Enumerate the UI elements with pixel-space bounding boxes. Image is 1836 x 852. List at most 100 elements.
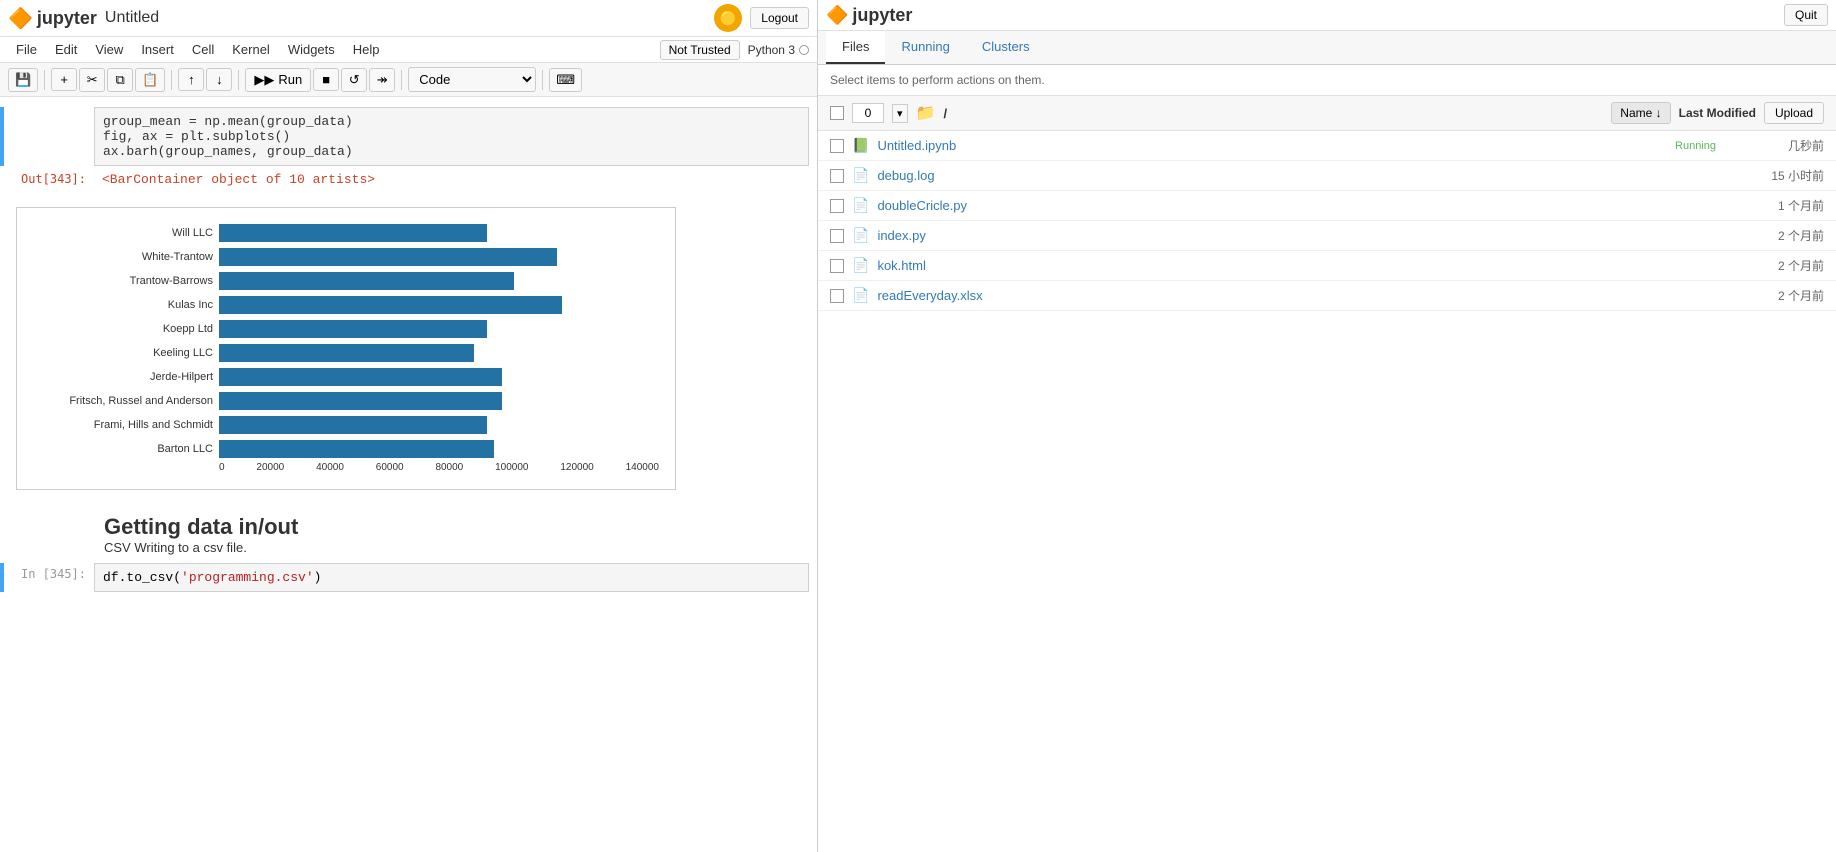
x-label-100000: 100000 [495,462,528,473]
name-sort-button[interactable]: Name ↓ [1611,102,1670,124]
file-path: / [943,106,947,121]
bar-label: Jerde-Hilpert [33,371,213,383]
file-checkbox[interactable] [830,259,844,273]
bar-fill [219,416,487,434]
file-name[interactable]: Untitled.ipynb [877,138,1667,153]
file-checkbox[interactable] [830,169,844,183]
select-all-checkbox[interactable] [830,106,844,120]
menu-view[interactable]: View [87,39,131,60]
bar-fill [219,248,557,266]
file-modified: 2 个月前 [1724,227,1824,244]
right-logo-icon: 🔶 [826,5,848,26]
menu-edit[interactable]: Edit [47,39,85,60]
count-arrow-button[interactable]: ▾ [892,104,908,123]
move-up-button[interactable]: ↑ [178,68,204,91]
restart-run-button[interactable]: ↠ [369,68,395,92]
bar-row: Kulas Inc [33,296,659,314]
bar-row: Will LLC [33,224,659,242]
menu-help[interactable]: Help [345,39,388,60]
file-name[interactable]: readEveryday.xlsx [877,288,1716,303]
bar-fill [219,368,502,386]
section-subtitle: CSV Writing to a csv file. [104,540,727,555]
tab-clusters[interactable]: Clusters [966,31,1046,64]
file-name[interactable]: debug.log [877,168,1716,183]
cell-type-select[interactable]: Code Markdown Raw NBConvert [408,67,536,92]
cut-button[interactable]: ✂ [79,68,105,92]
stop-button[interactable]: ■ [313,68,339,91]
file-tabs: Files Running Clusters [818,31,1836,65]
menu-bar: File Edit View Insert Cell Kernel Widget… [0,37,817,63]
bar-track [219,344,659,362]
code-line-2: fig, ax = plt.subplots() [103,129,800,144]
bar-label: Will LLC [33,227,213,239]
x-label-120000: 120000 [560,462,593,473]
file-row[interactable]: 📄 readEveryday.xlsx 2 个月前 [818,281,1836,311]
bar-row: White-Trantow [33,248,659,266]
folder-icon: 📁 [916,103,936,123]
copy-button[interactable]: ⧉ [107,68,133,92]
restart-button[interactable]: ↺ [341,68,367,92]
running-badge: Running [1675,140,1716,152]
file-row[interactable]: 📄kok.html2 个月前 [818,251,1836,281]
bar-track [219,248,659,266]
bar-label: Kulas Inc [33,299,213,311]
input-cell-content-345[interactable]: df.to_csv('programming.csv') [94,563,809,592]
quit-button[interactable]: Quit [1784,4,1828,26]
file-type-icon: 📄 [852,287,869,304]
bar-row: Jerde-Hilpert [33,368,659,386]
bar-label: Koepp Ltd [33,323,213,335]
menu-widgets[interactable]: Widgets [280,39,343,60]
upload-button[interactable]: Upload [1764,102,1824,124]
file-modified: 几秒前 [1724,137,1824,154]
menu-file[interactable]: File [8,39,45,60]
tab-running[interactable]: Running [885,31,965,64]
file-checkbox[interactable] [830,199,844,213]
bar-track [219,224,659,242]
menu-cell[interactable]: Cell [184,39,222,60]
code-cell-343: group_mean = np.mean(group_data) fig, ax… [0,107,817,166]
file-row[interactable]: 📄doubleCricle.py1 个月前 [818,191,1836,221]
not-trusted-button[interactable]: Not Trusted [660,40,740,60]
code-func-name: df.to_csv( [103,570,181,585]
logout-button[interactable]: Logout [750,7,809,29]
run-button[interactable]: ▶▶ Run [245,68,311,92]
file-type-icon: 📗 [852,137,869,154]
separator-1 [44,70,45,90]
chart-area: Will LLCWhite-TrantowTrantow-BarrowsKula… [8,199,727,498]
menu-insert[interactable]: Insert [133,39,182,60]
bar-track [219,416,659,434]
bar-track [219,368,659,386]
keyboard-shortcuts-button[interactable]: ⌨ [549,68,582,92]
last-modified-label: Last Modified [1679,106,1756,120]
file-checkbox[interactable] [830,289,844,303]
file-name[interactable]: doubleCricle.py [877,198,1716,213]
tab-files[interactable]: Files [826,31,885,64]
file-modified: 2 个月前 [1724,287,1824,304]
bar-row: Keeling LLC [33,344,659,362]
paste-button[interactable]: 📋 [135,68,165,92]
save-button[interactable]: 💾 [8,68,38,92]
add-cell-button[interactable]: + [51,68,77,91]
file-checkbox[interactable] [830,229,844,243]
jupyter-icon: 🔶 [8,6,33,31]
file-row[interactable]: 📗 Untitled.ipynb Running 几秒前 [818,131,1836,161]
top-bar-right: 🟡 Logout [714,4,809,32]
file-row[interactable]: 📄index.py2 个月前 [818,221,1836,251]
right-jupyter-logo: 🔶 jupyter [826,5,912,26]
bar-label: Barton LLC [33,443,213,455]
file-name[interactable]: kok.html [877,258,1716,273]
bar-track [219,272,659,290]
file-row[interactable]: 📄debug.log15 小时前 [818,161,1836,191]
file-name[interactable]: index.py [877,228,1716,243]
bar-row: Fritsch, Russel and Anderson [33,392,659,410]
file-count-input[interactable] [852,103,884,123]
separator-4 [401,70,402,90]
file-toolbar-right: Name ↓ Last Modified Upload [1611,102,1824,124]
move-down-button[interactable]: ↓ [206,68,232,91]
file-checkbox[interactable] [830,139,844,153]
cell-code-content[interactable]: group_mean = np.mean(group_data) fig, ax… [94,107,809,166]
x-label-0: 0 [219,462,225,473]
menu-kernel[interactable]: Kernel [224,39,278,60]
file-browser-panel: 🔶 jupyter Quit Files Running Clusters Se… [818,0,1836,852]
file-type-icon: 📄 [852,257,869,274]
